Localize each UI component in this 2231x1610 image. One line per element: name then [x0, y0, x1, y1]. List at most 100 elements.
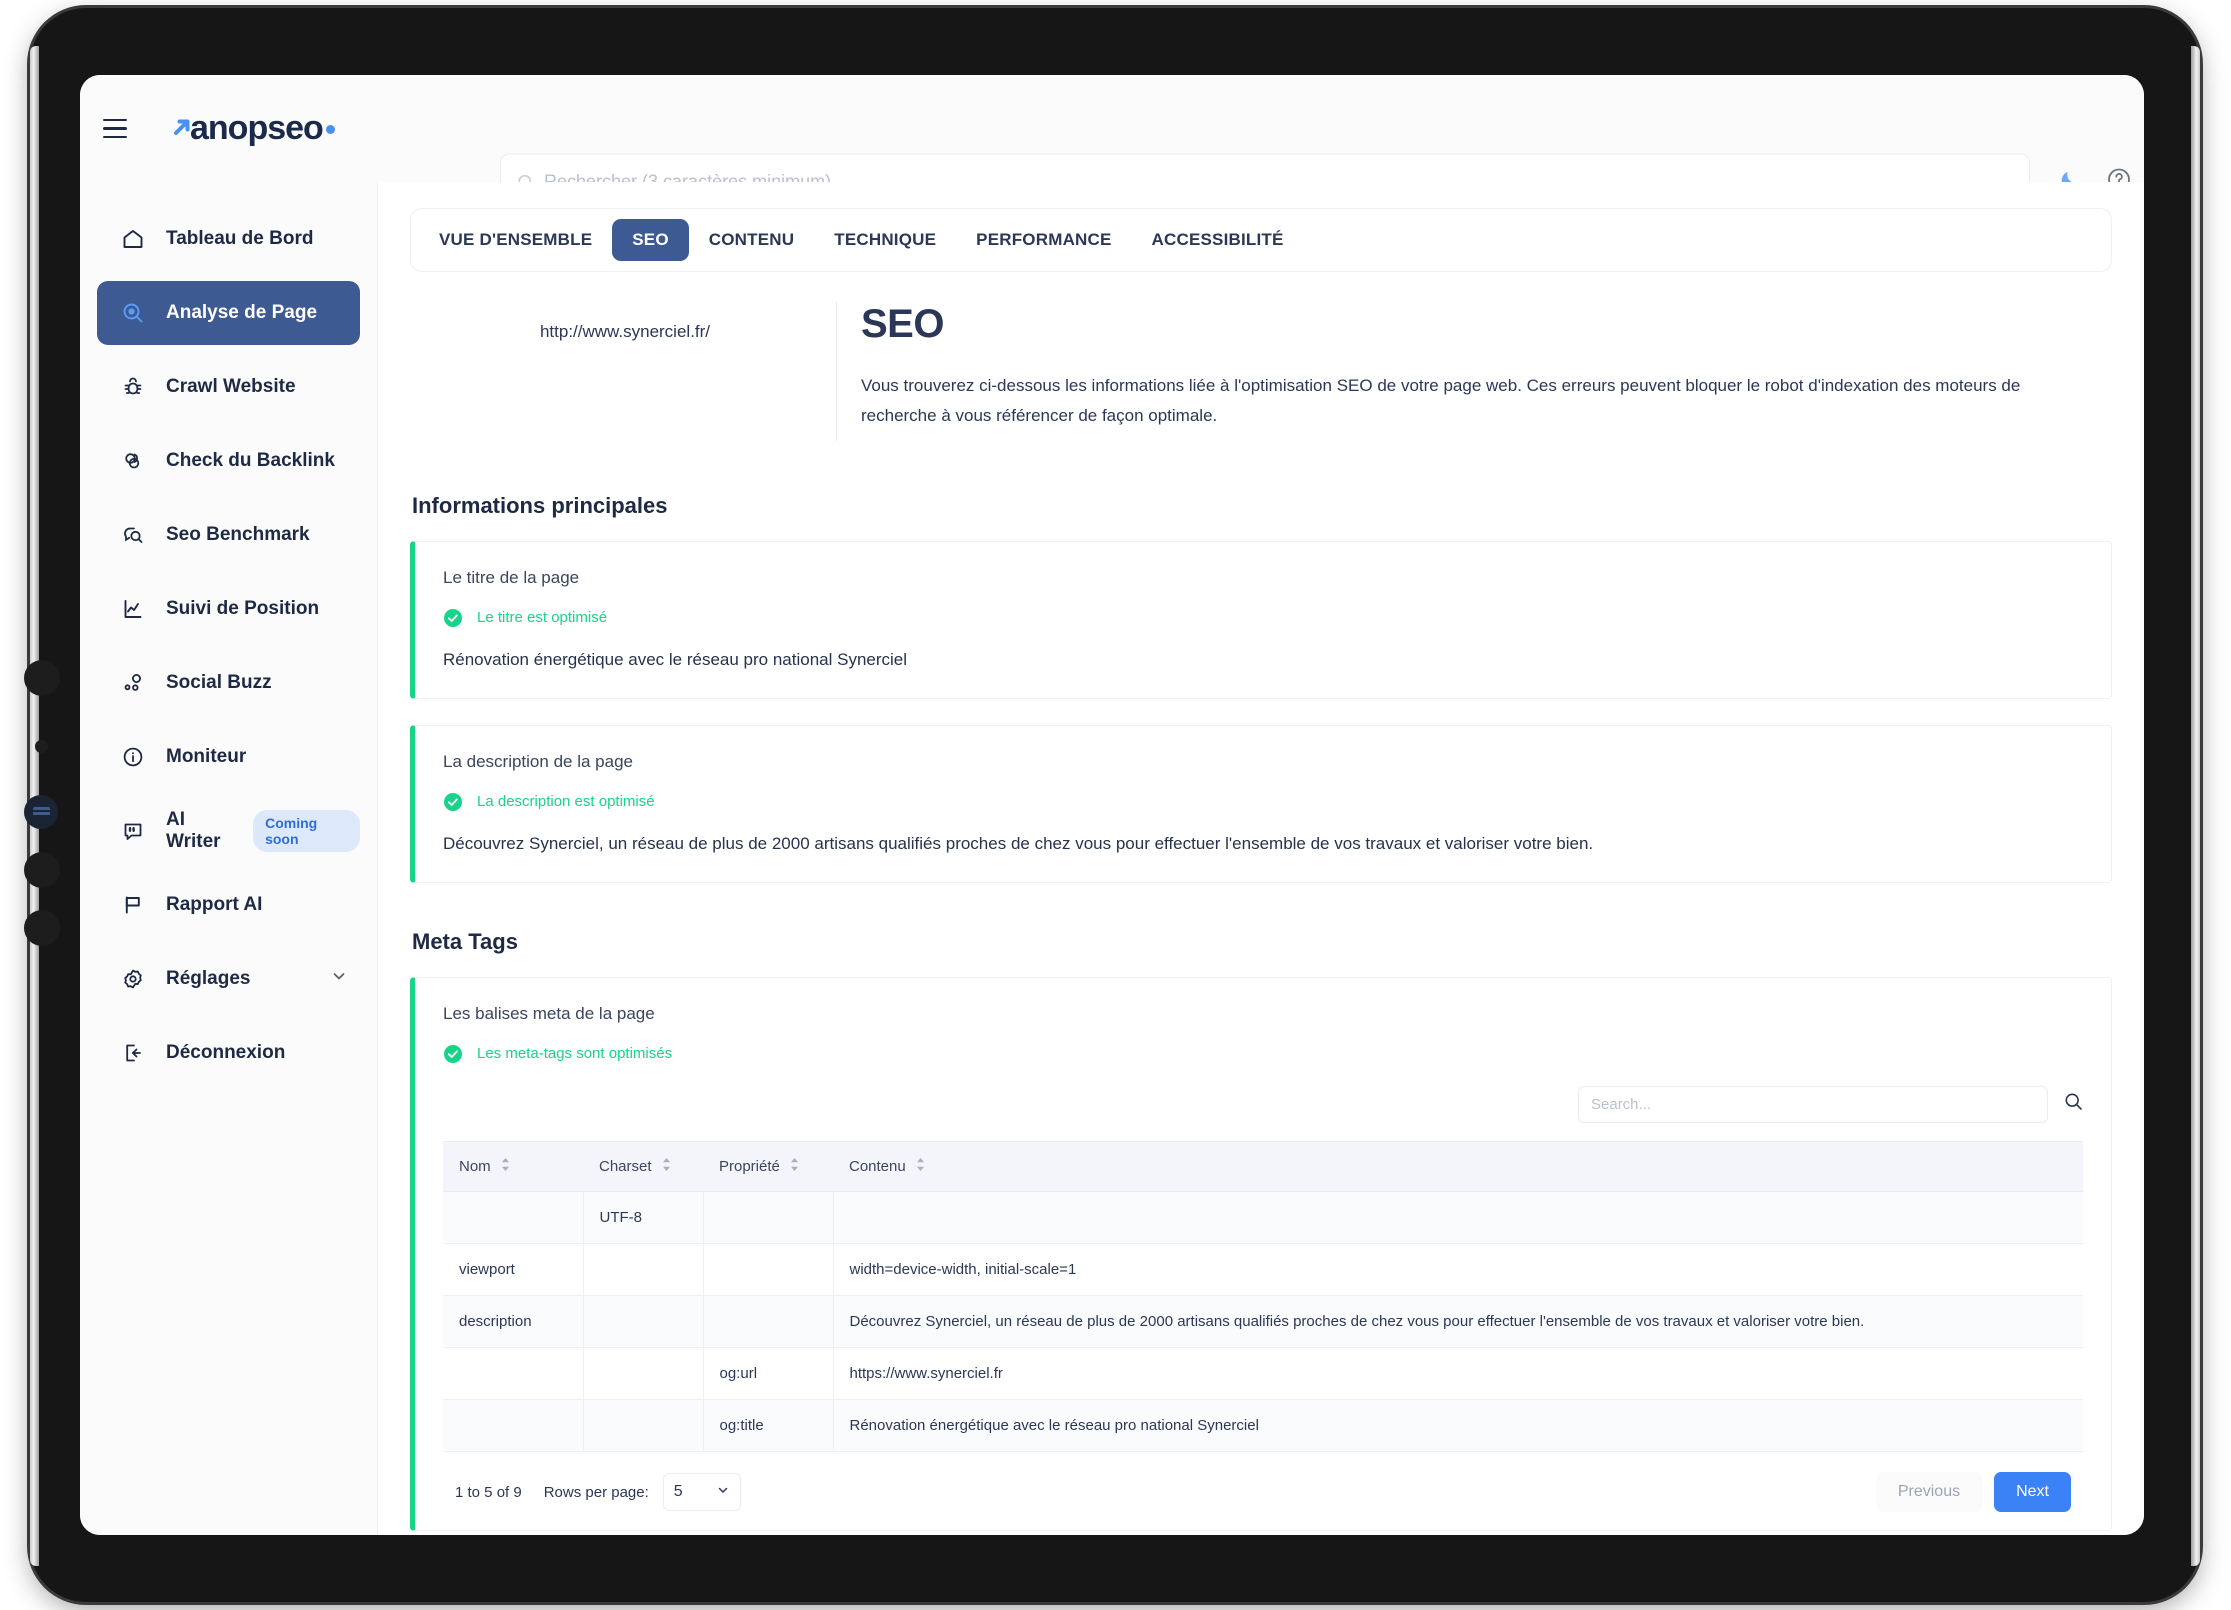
table-row[interactable]: description Découvrez Synerciel, un rése…	[443, 1295, 2083, 1349]
quote-bubble-icon	[119, 818, 146, 845]
sidebar-item-check-du-backlink[interactable]: Check du Backlink	[97, 429, 360, 493]
rows-per-page-label: Rows per page:	[543, 1483, 649, 1501]
brand-name: anopseo	[190, 109, 324, 147]
tab-contenu[interactable]: CONTENU	[689, 219, 814, 261]
next-page-button[interactable]: Next	[1994, 1472, 2071, 1513]
chevron-down-icon	[716, 1483, 730, 1502]
cell-contenu: Découvrez Synerciel, un réseau de plus d…	[833, 1295, 2083, 1349]
card-page-description: La description de la page La description…	[410, 724, 2112, 883]
sidebar-item-label: AI Writer	[166, 809, 221, 852]
coming-soon-badge: Coming soon	[253, 810, 360, 852]
tab-performance[interactable]: PERFORMANCE	[956, 219, 1131, 261]
card-status: La description est optimisé	[443, 792, 2083, 812]
sidebar-item-label: Crawl Website	[166, 376, 296, 397]
sort-icon[interactable]	[662, 1158, 671, 1175]
sidebar-item-label: Réglages	[166, 968, 251, 989]
column-label: Contenu	[849, 1157, 906, 1175]
column-header-nom[interactable]: Nom	[443, 1140, 583, 1193]
card-value: Rénovation énergétique avec le réseau pr…	[443, 649, 908, 669]
cell-propriete: og:title	[703, 1399, 834, 1453]
app-topbar: anopseo	[80, 75, 2144, 211]
cell-propriete	[703, 1295, 834, 1349]
card-page-title: Le titre de la page Le titre est optimis…	[410, 540, 2112, 699]
device-side-button-top[interactable]	[24, 660, 60, 696]
table-row[interactable]: viewport width=device-width, initial-sca…	[443, 1243, 2083, 1297]
cell-propriete	[703, 1243, 834, 1297]
sidebar-item-seo-benchmark[interactable]: Seo Benchmark	[97, 503, 360, 567]
chevron-down-icon[interactable]	[330, 967, 348, 991]
table-header-row: Nom Charset Propriété Contenu	[443, 1140, 2083, 1193]
sidebar-item-ai-writer[interactable]: AI Writer Coming soon	[97, 799, 360, 863]
sort-icon[interactable]	[790, 1158, 799, 1175]
table-search-icon[interactable]	[2064, 1092, 2083, 1116]
cell-charset	[583, 1243, 704, 1297]
rows-per-page-select[interactable]: 5	[662, 1473, 741, 1512]
sidebar-item-label: Social Buzz	[166, 672, 272, 693]
tab-accessibilite[interactable]: ACCESSIBILITÉ	[1132, 219, 1304, 261]
sidebar-item-label: Tableau de Bord	[166, 228, 314, 249]
check-circle-icon	[443, 792, 463, 812]
previous-page-button[interactable]: Previous	[1875, 1472, 1983, 1513]
sidebar-item-suivi-de-position[interactable]: Suivi de Position	[97, 577, 360, 641]
cell-charset	[583, 1347, 704, 1401]
table-row[interactable]: og:url https://www.synerciel.fr	[443, 1347, 2083, 1401]
line-chart-icon	[119, 596, 146, 623]
chat-search-icon	[119, 522, 146, 549]
sidebar-item-moniteur[interactable]: Moniteur	[97, 725, 360, 789]
column-header-propriete[interactable]: Propriété	[703, 1140, 833, 1193]
cell-contenu	[833, 1191, 2083, 1245]
cell-contenu: width=device-width, initial-scale=1	[833, 1243, 2083, 1297]
sort-icon[interactable]	[501, 1158, 510, 1175]
card-label: Le titre de la page	[443, 567, 580, 587]
hamburger-icon[interactable]	[103, 109, 143, 149]
cell-charset	[583, 1399, 704, 1453]
sidebar-item-label: Suivi de Position	[166, 598, 320, 619]
tab-seo[interactable]: SEO	[612, 219, 689, 261]
page-title: SEO	[861, 302, 944, 346]
cell-charset	[583, 1295, 704, 1349]
table-search-row	[443, 1085, 2083, 1123]
sidebar-item-reglages[interactable]: Réglages	[97, 947, 360, 1011]
cell-propriete	[703, 1191, 834, 1245]
column-header-contenu[interactable]: Contenu	[833, 1140, 2083, 1193]
nodes-icon	[119, 670, 146, 697]
rows-per-page-value: 5	[673, 1483, 683, 1501]
seo-header-text: SEO Vous trouverez ci-dessous les inform…	[836, 302, 2112, 441]
sidebar-item-label: Seo Benchmark	[166, 524, 310, 545]
card-status: Les meta-tags sont optimisés	[443, 1044, 2083, 1064]
main-content: VUE D'ENSEMBLE SEO CONTENU TECHNIQUE PER…	[378, 182, 2144, 1535]
table-row[interactable]: og:title Rénovation énergétique avec le …	[443, 1399, 2083, 1453]
sidebar-item-analyse-de-page[interactable]: Analyse de Page	[97, 281, 360, 345]
table-row[interactable]: UTF-8	[443, 1191, 2083, 1245]
table-search-input[interactable]	[1578, 1085, 2048, 1123]
sidebar-item-label: Déconnexion	[166, 1042, 286, 1063]
card-status: Le titre est optimisé	[443, 608, 2083, 628]
table-pagination: 1 to 5 of 9 Rows per page: 5 Previous Ne…	[443, 1452, 2083, 1518]
device-side-dot	[35, 740, 48, 753]
cell-contenu: Rénovation énergétique avec le réseau pr…	[833, 1399, 2083, 1453]
meta-tags-table: Nom Charset Propriété Contenu UTF-8 view…	[443, 1140, 2083, 1453]
logout-icon	[119, 1040, 146, 1067]
check-circle-icon	[443, 608, 463, 628]
logo-arrow-icon	[169, 111, 195, 137]
tab-technique[interactable]: TECHNIQUE	[814, 219, 956, 261]
sidebar-item-rapport-ai[interactable]: Rapport AI	[97, 873, 360, 937]
device-side-button-bottom[interactable]	[24, 910, 60, 946]
page-description: Vous trouverez ci-dessous les informatio…	[861, 376, 2021, 425]
tab-vue-densemble[interactable]: VUE D'ENSEMBLE	[419, 219, 612, 261]
sort-icon[interactable]	[916, 1158, 925, 1175]
sidebar-item-crawl-website[interactable]: Crawl Website	[97, 355, 360, 419]
check-circle-icon	[443, 1044, 463, 1064]
column-header-charset[interactable]: Charset	[583, 1140, 703, 1193]
cell-nom	[443, 1399, 584, 1453]
card-label: La description de la page	[443, 751, 633, 771]
device-side-button-mid[interactable]	[24, 852, 60, 888]
sidebar-item-label: Check du Backlink	[166, 450, 335, 471]
cell-propriete: og:url	[703, 1347, 834, 1401]
sidebar-item-tableau-de-bord[interactable]: Tableau de Bord	[97, 207, 360, 271]
brand-dot	[325, 125, 335, 134]
sidebar-item-label: Rapport AI	[166, 894, 263, 915]
sidebar-item-deconnexion[interactable]: Déconnexion	[97, 1021, 360, 1085]
analysis-tabs: VUE D'ENSEMBLE SEO CONTENU TECHNIQUE PER…	[410, 208, 2112, 272]
sidebar-item-social-buzz[interactable]: Social Buzz	[97, 651, 360, 715]
